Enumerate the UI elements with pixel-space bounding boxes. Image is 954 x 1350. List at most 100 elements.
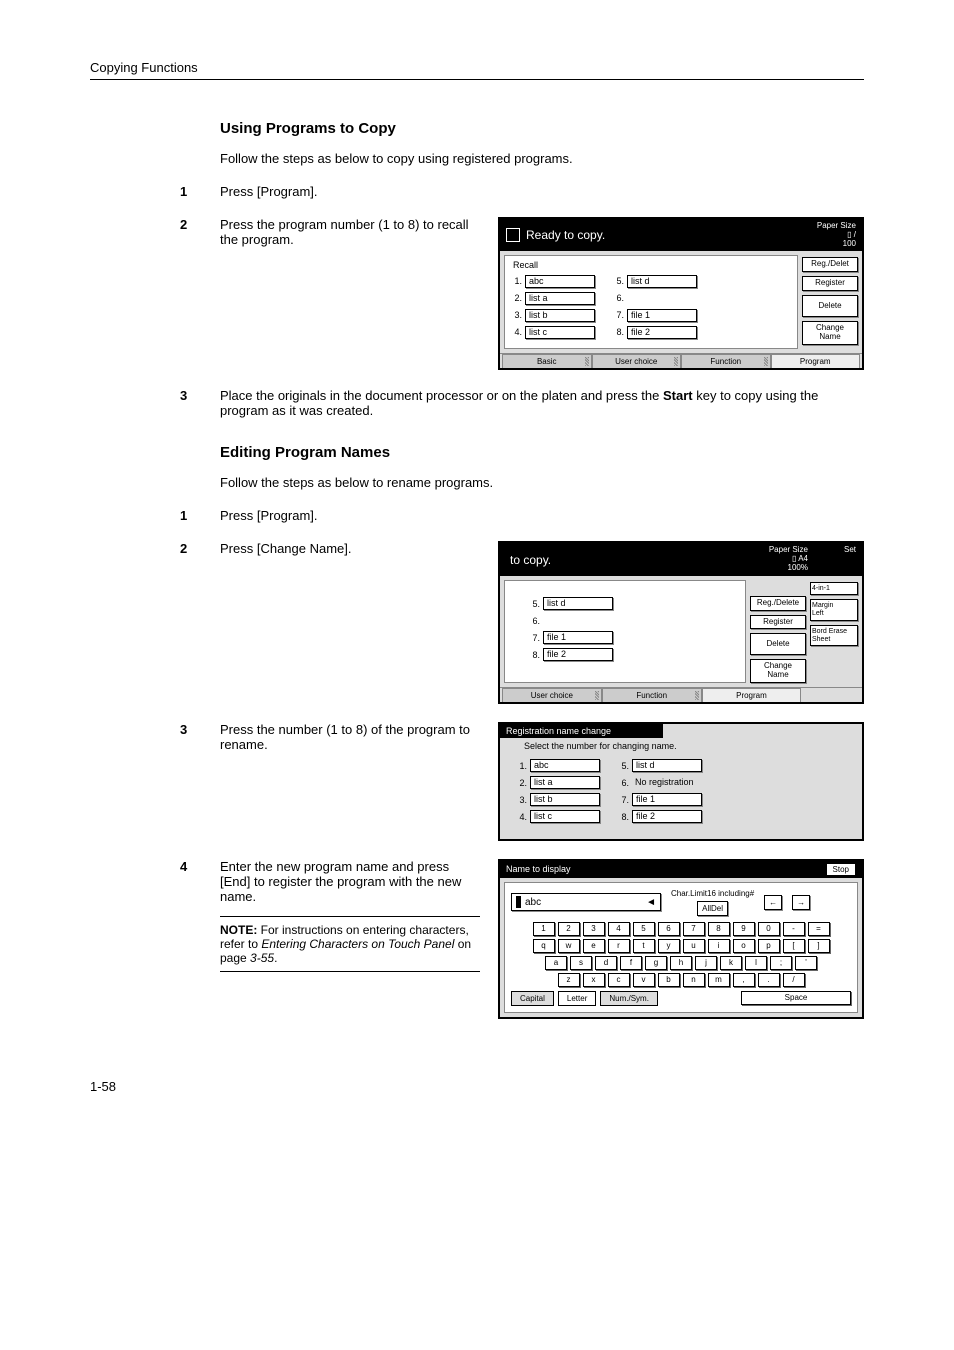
key[interactable]: [ [783,939,805,953]
key[interactable]: 2 [558,922,580,936]
program-slot-8[interactable]: file 2 [627,326,697,339]
paper-size-label: Paper Size [769,545,808,554]
key[interactable]: t [633,939,655,953]
key[interactable]: j [695,956,717,970]
key[interactable]: ] [808,939,830,953]
program-slot-7[interactable]: file 1 [543,631,613,644]
tab-basic[interactable]: Basic [502,354,592,368]
stop-button[interactable]: Stop [826,863,856,876]
name-input[interactable]: abc ◄ [511,893,661,911]
key[interactable]: 4 [608,922,630,936]
key[interactable]: x [583,973,605,987]
key[interactable]: ; [770,956,792,970]
key[interactable]: c [608,973,630,987]
space-key[interactable]: Space [741,991,851,1005]
shortcut-border-erase[interactable]: Bord Erase Sheet [810,625,858,646]
tab-program[interactable]: Program [702,688,802,702]
key[interactable]: p [758,939,780,953]
tab-function[interactable]: Function [681,354,771,368]
program-slot-5[interactable]: list d [543,597,613,610]
program-slot-2[interactable]: list a [525,292,595,305]
kbd-tab-capital[interactable]: Capital [511,991,554,1006]
s2-step4: 4 Enter the new program name and press [… [180,859,864,1019]
key[interactable]: d [595,956,617,970]
key[interactable]: e [583,939,605,953]
program-slot-3[interactable]: list b [525,309,595,322]
kbd-tab-letter[interactable]: Letter [558,991,596,1006]
key[interactable]: - [783,922,805,936]
key[interactable]: 3 [583,922,605,936]
key[interactable]: a [545,956,567,970]
step-text: Press [Program]. [220,184,864,199]
key[interactable]: b [658,973,680,987]
key[interactable]: , [733,973,755,987]
s1-step2: 2 Press the program number (1 to 8) to r… [180,217,864,370]
key[interactable]: 8 [708,922,730,936]
program-slot-7[interactable]: file 1 [632,793,702,806]
program-slot-1[interactable]: abc [530,759,600,772]
key[interactable]: q [533,939,555,953]
reg-delete-button[interactable]: Reg./Delete [750,596,806,611]
key[interactable]: k [720,956,742,970]
program-slot-1[interactable]: abc [525,275,595,288]
step-text: Place the originals in the document proc… [220,388,864,418]
key[interactable]: = [808,922,830,936]
program-slot-4[interactable]: list c [530,810,600,823]
key[interactable]: w [558,939,580,953]
program-slot-7[interactable]: file 1 [627,309,697,322]
key[interactable]: h [670,956,692,970]
all-delete-button[interactable]: AllDel [697,901,728,916]
key[interactable]: y [658,939,680,953]
program-slot-8[interactable]: file 2 [543,648,613,661]
key[interactable]: 0 [758,922,780,936]
register-button[interactable]: Register [750,615,806,630]
key[interactable]: f [620,956,642,970]
key[interactable]: 1 [533,922,555,936]
key[interactable]: g [645,956,667,970]
key[interactable]: 6 [658,922,680,936]
tab-user-choice[interactable]: User choice [592,354,682,368]
program-slot-2[interactable]: list a [530,776,600,789]
key[interactable]: / [783,973,805,987]
reg-delete-button[interactable]: Reg./Delet [802,257,858,272]
key[interactable]: u [683,939,705,953]
section2-intro: Follow the steps as below to rename prog… [220,475,864,490]
program-slot-5[interactable]: list d [627,275,697,288]
program-slot-8[interactable]: file 2 [632,810,702,823]
delete-button[interactable]: Delete [750,633,806,655]
change-name-button[interactable]: Change Name [750,659,806,683]
key[interactable]: z [558,973,580,987]
tab-function[interactable]: Function [602,688,702,702]
program-slot-5[interactable]: list d [632,759,702,772]
key[interactable]: m [708,973,730,987]
running-head: Copying Functions [90,60,864,80]
section1-intro: Follow the steps as below to copy using … [220,151,864,166]
cursor-forward-button[interactable]: → [792,895,810,910]
change-name-button[interactable]: Change Name [802,321,858,345]
key[interactable]: l [745,956,767,970]
program-slot-3[interactable]: list b [530,793,600,806]
key-row-1: 1 2 3 4 5 6 7 8 9 0 - = [511,922,851,936]
key[interactable]: r [608,939,630,953]
key[interactable]: . [758,973,780,987]
shortcut-margin-left[interactable]: Margin Left [810,599,858,620]
key[interactable]: 9 [733,922,755,936]
key[interactable]: 5 [633,922,655,936]
main-content: Using Programs to Copy Follow the steps … [220,120,864,1019]
register-button[interactable]: Register [802,276,858,291]
shortcut-4in1[interactable]: 4-in-1 [810,582,858,596]
key[interactable]: i [708,939,730,953]
program-slot-4[interactable]: list c [525,326,595,339]
kbd-tab-numsym[interactable]: Num./Sym. [600,991,658,1006]
key[interactable]: s [570,956,592,970]
key[interactable]: ' [795,956,817,970]
tab-program[interactable]: Program [771,354,861,368]
tab-user-choice[interactable]: User choice [502,688,602,702]
key[interactable]: 7 [683,922,705,936]
cursor-back-button[interactable]: ← [764,895,782,910]
key[interactable]: v [633,973,655,987]
key[interactable]: n [683,973,705,987]
key[interactable]: o [733,939,755,953]
s1-step3: 3 Place the originals in the document pr… [180,388,864,418]
delete-button[interactable]: Delete [802,295,858,317]
